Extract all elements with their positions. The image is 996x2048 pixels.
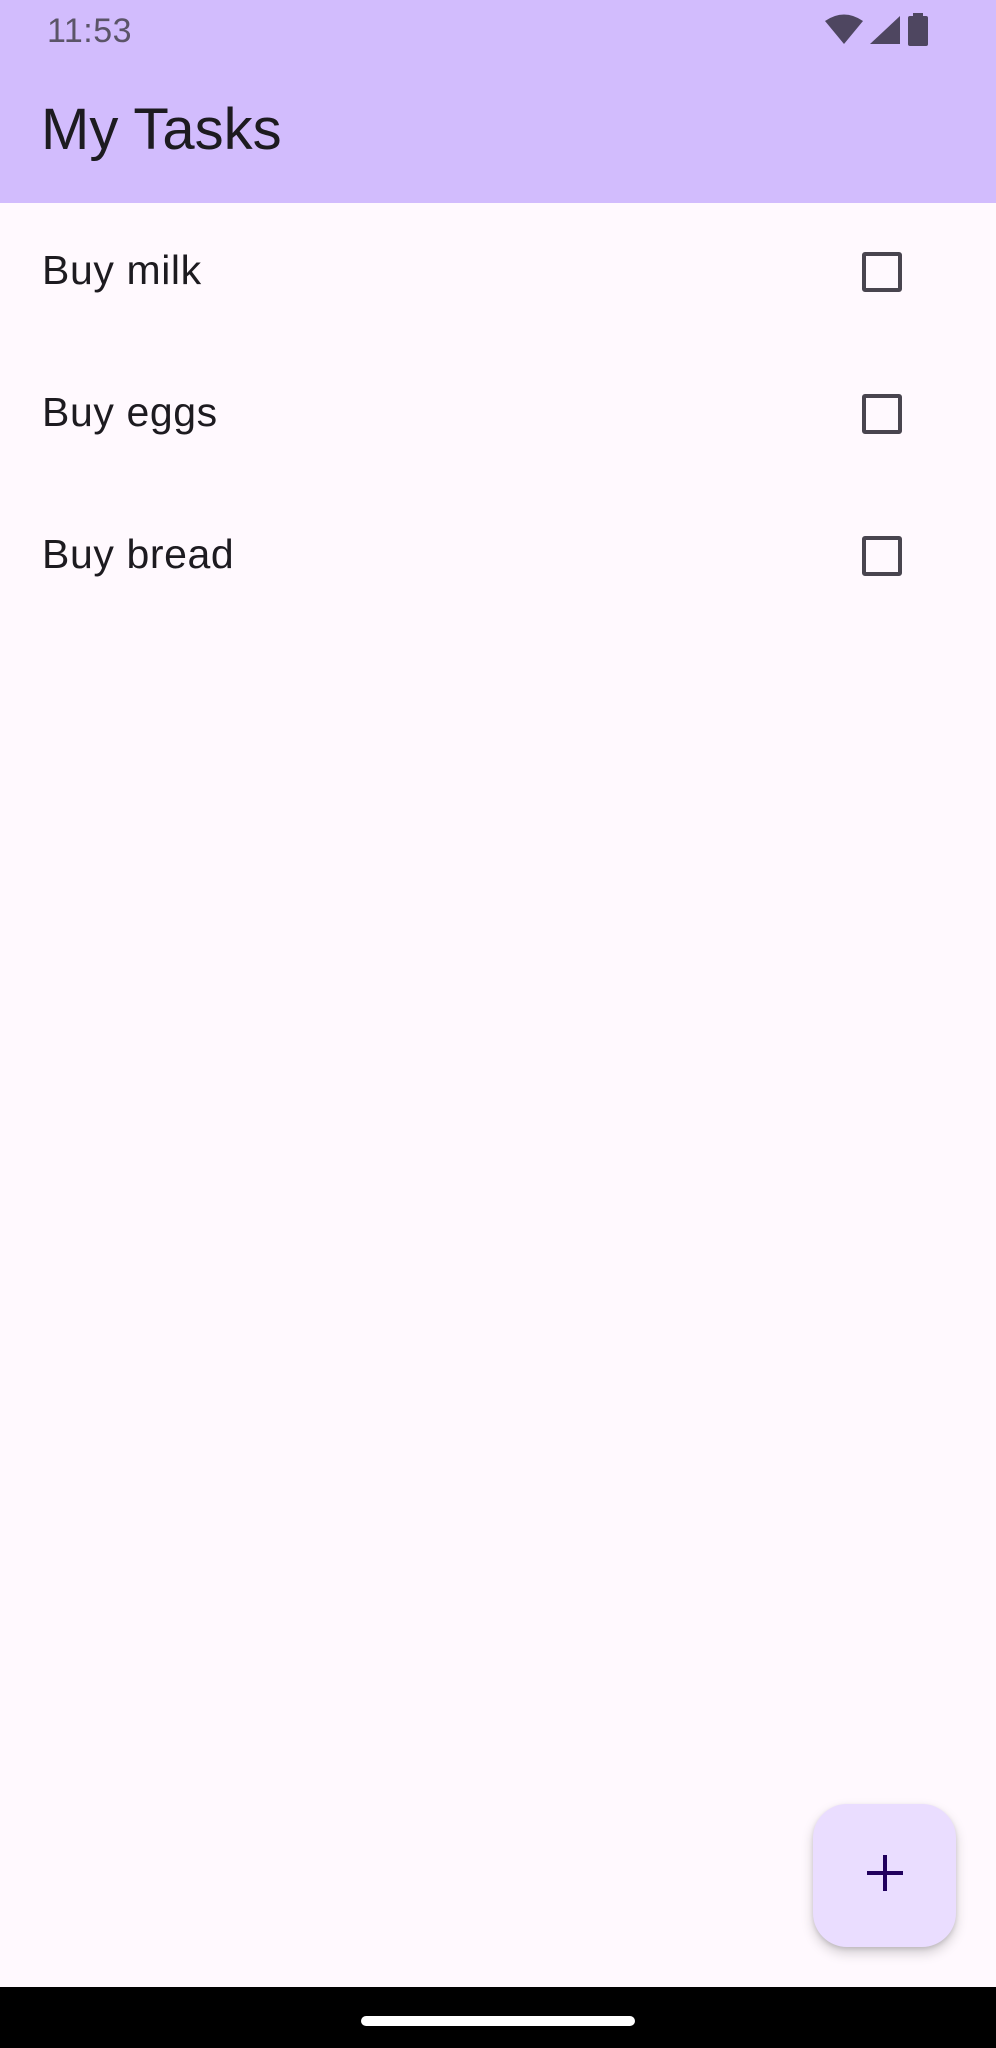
list-item[interactable]: Buy eggs [0, 345, 996, 487]
list-item[interactable]: Buy milk [0, 203, 996, 345]
add-task-button[interactable] [813, 1804, 956, 1947]
task-label: Buy eggs [42, 389, 218, 435]
cellular-signal-icon [868, 14, 902, 51]
app-bar: My Tasks [0, 64, 996, 203]
task-list: Buy milk Buy eggs Buy bread [0, 203, 996, 629]
task-checkbox[interactable] [862, 536, 902, 576]
task-checkbox[interactable] [862, 252, 902, 292]
battery-icon [906, 12, 930, 52]
status-icons [824, 12, 930, 52]
task-label: Buy milk [42, 247, 202, 293]
home-gesture-handle[interactable] [361, 2016, 635, 2026]
wifi-icon [824, 14, 864, 51]
status-time: 11:53 [47, 12, 133, 50]
task-checkbox[interactable] [862, 394, 902, 434]
status-bar: 11:53 [0, 0, 996, 64]
navigation-bar [0, 1987, 996, 2048]
task-label: Buy bread [42, 531, 235, 577]
list-item[interactable]: Buy bread [0, 487, 996, 629]
page-title: My Tasks [41, 97, 282, 162]
plus-icon [865, 1853, 905, 1898]
